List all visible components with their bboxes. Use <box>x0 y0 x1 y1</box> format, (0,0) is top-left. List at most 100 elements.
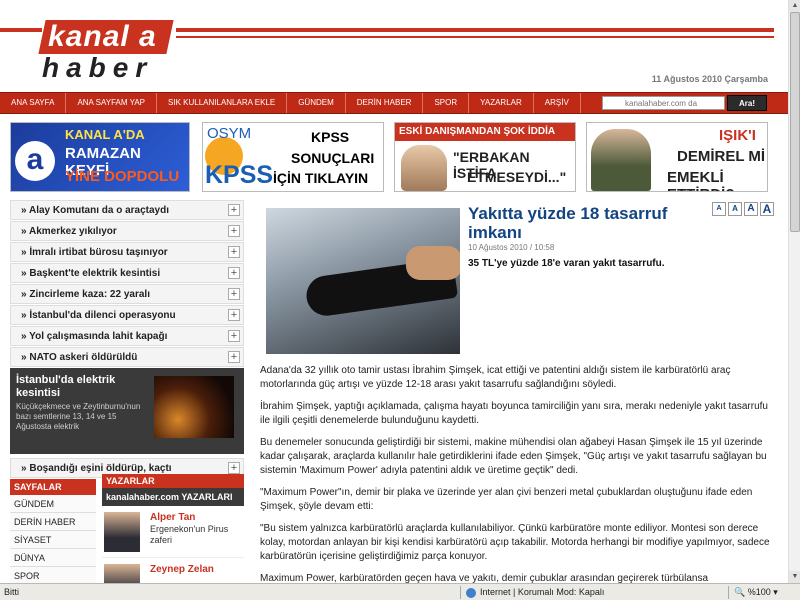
search-button[interactable]: Ara! <box>727 95 767 111</box>
news-item[interactable]: » Başkent'te elektrik kesintisi + <box>10 263 244 283</box>
banner-ramazan[interactable]: a KANAL A'DA RAMAZAN KEYFİ YİNE DOPDOLU <box>10 122 190 192</box>
nav-item-derin-haber[interactable]: DERİN HABER <box>346 93 424 113</box>
banner-erbakan[interactable]: ESKİ DANIŞMANDAN ŞOK İDDİA "ERBAKAN İSTİ… <box>394 122 576 192</box>
news-item[interactable]: » Yol çalışmasında lahit kapağı + <box>10 326 244 346</box>
news-item[interactable]: » Alay Komutanı da o araçtaydı + <box>10 200 244 220</box>
article-image <box>266 208 460 354</box>
nav-item-favorites[interactable]: SIK KULLANILANLARA EKLE <box>157 93 288 113</box>
expand-plus-icon[interactable]: + <box>228 288 240 300</box>
expand-plus-icon[interactable]: + <box>228 267 240 279</box>
banner-text: İÇİN TIKLAYIN <box>273 170 369 186</box>
kanal-a-logo-icon: a <box>15 141 55 181</box>
section-link-derin-haber[interactable]: DERİN HABER <box>10 513 96 531</box>
nav-item-gundem[interactable]: GÜNDEM <box>287 93 346 113</box>
writer-item[interactable]: Alper Tan Ergenekon'un Pirus zaferi <box>102 506 244 558</box>
nav-item-ana-sayfa[interactable]: ANA SAYFA <box>0 93 67 113</box>
expand-plus-icon[interactable]: + <box>228 330 240 342</box>
banner-text: DEMİREL Mİ <box>677 148 766 165</box>
news-item[interactable]: » İmralı irtibat bürosu taşınıyor + <box>10 242 244 262</box>
article-body: Adana'da 32 yıllık oto tamir ustası İbra… <box>260 364 776 594</box>
expand-plus-icon[interactable]: + <box>228 462 240 474</box>
nav-item-spor[interactable]: SPOR <box>423 93 470 113</box>
logo[interactable]: kanal a <box>38 20 174 54</box>
hand-image <box>406 246 460 280</box>
scrollbar-thumb[interactable] <box>790 12 800 232</box>
news-item[interactable]: » İstanbul'da dilenci operasyonu + <box>10 305 244 325</box>
article-paragraph: Bu denemeler sonucunda geliştirdiği bir … <box>260 437 767 476</box>
banner-text: IŞIK'I <box>719 127 756 144</box>
writer-article-title[interactable]: Ergenekon'un Pirus zaferi <box>150 524 242 546</box>
article-title: Yakıtta yüzde 18 tasarruf imkanı <box>468 204 668 242</box>
sections-menu: SAYFALAR GÜNDEM DERİN HABER SİYASET DÜNY… <box>10 479 96 585</box>
banner-text: KANAL A'DA <box>65 127 145 142</box>
writer-name[interactable]: Zeynep Zelan <box>150 564 214 575</box>
nav-item-arsiv[interactable]: ARŞİV <box>534 93 581 113</box>
banner-text: KPSS <box>311 129 350 145</box>
section-link-siyaset[interactable]: SİYASET <box>10 531 96 549</box>
writer-avatar <box>104 512 140 552</box>
header-stripe <box>176 28 774 32</box>
expand-plus-icon[interactable]: + <box>228 351 240 363</box>
news-item[interactable]: » NATO askeri öldürüldü + <box>10 347 244 367</box>
font-size-tools: A A A A <box>712 202 774 216</box>
banner-demirel[interactable]: IŞIK'I DEMİREL Mİ EMEKLİ ETTİRDİ? <box>586 122 768 192</box>
writers-subheader[interactable]: kanalahaber.com YAZARLARI <box>102 488 244 506</box>
featured-news-title: İstanbul'da elektrik kesintisi <box>16 374 116 399</box>
header-date: 11 Ağustos 2010 Çarşamba <box>651 74 768 84</box>
banner-text: ETMESEYDİ..." <box>467 169 567 185</box>
news-item[interactable]: » Akmerkez yıkılıyor + <box>10 221 244 241</box>
banner-text: ESKİ DANIŞMANDAN ŞOK İDDİA <box>395 123 575 141</box>
nav-item-yazarlar[interactable]: YAZARLAR <box>469 93 534 113</box>
article-paragraph: "Bu sistem yalnızca karbüratörlü araçlar… <box>260 523 770 562</box>
featured-news-image <box>154 376 234 438</box>
security-zone[interactable]: Internet | Korumalı Mod: Kapalı <box>466 584 604 600</box>
font-size-button[interactable]: A <box>712 202 726 216</box>
vertical-scrollbar[interactable]: ▲ ▼ <box>788 0 800 583</box>
search-input[interactable] <box>602 96 725 110</box>
header-stripe <box>0 28 42 32</box>
banner-text: YİNE DOPDOLU <box>65 168 180 185</box>
banner-text: SONUÇLARI <box>291 150 375 166</box>
featured-news[interactable]: İstanbul'da elektrik kesintisi Küçükçekm… <box>10 368 244 454</box>
font-size-button[interactable]: A <box>728 202 742 216</box>
portrait-image <box>591 129 651 191</box>
status-text: Bitti <box>4 587 20 597</box>
writers-box: YAZARLAR kanalahaber.com YAZARLARI Alper… <box>102 474 244 600</box>
browser-status-bar: Bitti Internet | Korumalı Mod: Kapalı 🔍 … <box>0 583 800 600</box>
banner-strip: a KANAL A'DA RAMAZAN KEYFİ YİNE DOPDOLU … <box>10 122 770 194</box>
header-stripe <box>176 36 774 38</box>
divider <box>728 586 729 599</box>
sections-header: SAYFALAR <box>10 479 96 495</box>
banner-text: KPSS <box>205 161 274 189</box>
banner-kpss[interactable]: OSYM KPSS KPSS SONUÇLARI İÇİN TIKLAYIN <box>202 122 384 192</box>
logo-subtitle: haber <box>42 52 154 83</box>
writer-name[interactable]: Alper Tan <box>150 512 195 523</box>
site-header: kanal a haber 11 Ağustos 2010 Çarşamba <box>0 0 788 92</box>
expand-plus-icon[interactable]: + <box>228 204 240 216</box>
portrait-image <box>401 145 447 191</box>
article-lead: 35 TL'ye yüzde 18'e varan yakıt tasarruf… <box>468 258 665 269</box>
expand-plus-icon[interactable]: + <box>228 225 240 237</box>
section-link-dunya[interactable]: DÜNYA <box>10 549 96 567</box>
font-size-button[interactable]: A <box>760 202 774 216</box>
main-nav: ANA SAYFA ANA SAYFAM YAP SIK KULLANILANL… <box>0 92 788 114</box>
featured-news-summary: Küçükçekmece ve Zeytinburnu'nun bazı sem… <box>16 402 141 431</box>
news-item[interactable]: » Zincirleme kaza: 22 yaralı + <box>10 284 244 304</box>
article-date: 10 Ağustos 2010 / 10:58 <box>468 243 555 252</box>
article-paragraph: "Maximum Power"ın, demir bir plaka ve üz… <box>260 487 753 512</box>
scroll-up-arrow-icon[interactable]: ▲ <box>789 0 800 12</box>
globe-icon <box>466 587 476 598</box>
divider <box>460 586 461 599</box>
writers-header: YAZARLAR <box>102 474 244 488</box>
expand-plus-icon[interactable]: + <box>228 309 240 321</box>
zoom-level[interactable]: 🔍 %100 ▾ <box>734 584 778 600</box>
nav-item-ana-sayfam-yap[interactable]: ANA SAYFAM YAP <box>66 93 158 113</box>
expand-plus-icon[interactable]: + <box>228 246 240 258</box>
font-size-button[interactable]: A <box>744 202 758 216</box>
banner-text: OSYM <box>207 125 252 142</box>
section-link-gundem[interactable]: GÜNDEM <box>10 495 96 513</box>
article-paragraph: Adana'da 32 yıllık oto tamir ustası İbra… <box>260 365 731 390</box>
scroll-down-arrow-icon[interactable]: ▼ <box>789 571 800 583</box>
banner-text: EMEKLİ ETTİRDİ? <box>667 169 735 191</box>
article-paragraph: İbrahim Şimşek, yaptığı açıklamada, çalı… <box>260 401 768 426</box>
